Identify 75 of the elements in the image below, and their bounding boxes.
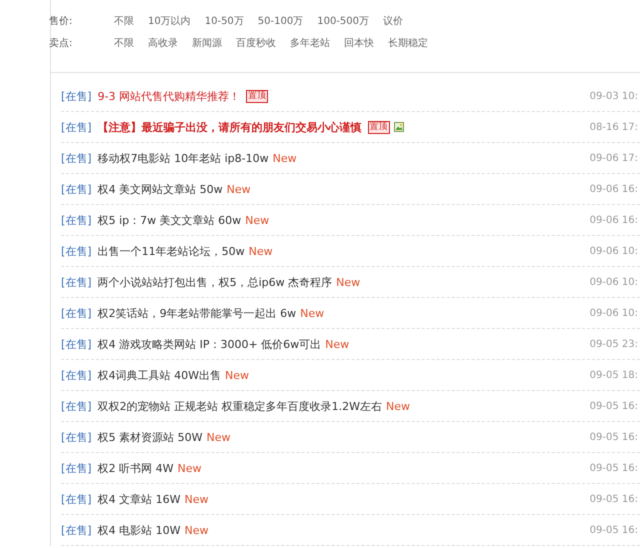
listing-title[interactable]: 权4 文章站 16W	[98, 492, 180, 506]
filter-option[interactable]: 10-50万	[204, 14, 244, 28]
status-link[interactable]: [在售]	[61, 522, 92, 538]
listing-title[interactable]: 【注意】最近骗子出没，请所有的朋友们交易小心谨慎	[98, 120, 362, 134]
listing-title[interactable]: 权2笑话站，9年老站带能掌号一起出 6w	[98, 306, 296, 320]
post-time: 09-06 10:	[590, 276, 639, 288]
new-tag: New	[206, 430, 230, 444]
filter-option[interactable]: 议价	[383, 14, 404, 28]
filter-option[interactable]: 多年老站	[290, 36, 330, 50]
new-tag: New	[224, 368, 249, 382]
pinned-tag: 置顶	[246, 90, 268, 102]
new-tag: New	[184, 524, 208, 536]
post-time: 09-05 16:	[590, 400, 639, 412]
filter-option[interactable]: 不限	[114, 36, 134, 50]
post-time: 09-05 16:	[590, 524, 639, 536]
new-tag: New	[386, 400, 410, 412]
listing-title[interactable]: 9-3 网站代售代购精华推荐！	[98, 88, 240, 104]
status-link[interactable]: [在售]	[61, 460, 92, 476]
status-link[interactable]: [在售]	[61, 150, 92, 166]
listing-title[interactable]: 出售一个11年老站论坛，50w	[98, 244, 245, 258]
status-link[interactable]: [在售]	[61, 306, 92, 320]
pinned-tag: 置顶	[368, 120, 390, 134]
post-time: 08-16 17:	[590, 122, 639, 132]
new-tag: New	[226, 182, 251, 196]
new-tag: New	[336, 276, 360, 288]
listing-title[interactable]: 权4 美文网站文章站 50w	[98, 182, 223, 196]
listing-title[interactable]: 权5 ip：7w 美文文章站 60w	[98, 212, 242, 228]
status-link[interactable]: [在售]	[61, 492, 92, 506]
filter-option[interactable]: 不限	[114, 14, 134, 28]
post-time: 09-06 16:	[590, 214, 639, 226]
listing-title[interactable]: 权5 素材资源站 50W	[98, 430, 202, 444]
listing-title[interactable]: 权4词典工具站 40W出售	[98, 368, 221, 382]
new-tag: New	[300, 306, 324, 320]
status-link[interactable]: [在售]	[61, 120, 92, 134]
filter-option[interactable]: 10万以内	[148, 14, 191, 28]
new-tag: New	[245, 214, 270, 226]
filter-label: 卖点:	[49, 36, 74, 50]
filter-option[interactable]: 百度秒收	[236, 36, 276, 50]
new-tag: New	[248, 244, 273, 258]
status-link[interactable]: [在售]	[61, 368, 92, 382]
new-tag: New	[325, 338, 350, 350]
listing-title[interactable]: 权4 电影站 10W	[98, 522, 180, 538]
filter-option[interactable]: 长期稳定	[388, 36, 428, 50]
post-time: 09-05 23:	[590, 338, 639, 350]
filter-option[interactable]: 100-500万	[317, 14, 370, 28]
status-link[interactable]: [在售]	[61, 336, 92, 352]
post-time: 09-03 10:	[590, 90, 639, 102]
status-link[interactable]: [在售]	[61, 244, 92, 258]
new-tag: New	[184, 492, 208, 506]
post-time: 09-05 18:	[590, 370, 639, 380]
post-time: 09-05 16:	[590, 494, 639, 504]
status-link[interactable]: [在售]	[61, 430, 92, 444]
new-tag: New	[177, 462, 202, 474]
listing-title[interactable]: 移动权7电影站 10年老站 ip8-10w	[98, 150, 269, 166]
post-time: 09-05 16:	[590, 432, 639, 442]
status-link[interactable]: [在售]	[61, 398, 92, 414]
listing-title[interactable]: 权2 听书网 4W	[98, 460, 174, 476]
post-time: 09-05 16:	[590, 462, 639, 474]
listing-title[interactable]: 双权2的宠物站 正规老站 权重稳定多年百度收录1.2W左右	[98, 398, 382, 414]
post-time: 09-06 10:	[590, 246, 639, 256]
filter-option[interactable]: 新闻源	[192, 36, 222, 50]
status-link[interactable]: [在售]	[61, 88, 92, 104]
post-time: 09-06 17:	[590, 152, 639, 164]
status-link[interactable]: [在售]	[61, 182, 92, 196]
filter-option[interactable]: 回本快	[344, 36, 374, 50]
listing-title[interactable]: 两个小说站站打包出售，权5，总ip6w 杰奇程序	[98, 274, 332, 290]
filter-option[interactable]: 高收录	[148, 36, 178, 50]
post-time: 09-06 10:	[590, 308, 639, 318]
status-link[interactable]: [在售]	[61, 274, 92, 290]
new-tag: New	[272, 152, 297, 164]
post-time: 09-06 16:	[590, 184, 639, 194]
status-link[interactable]: [在售]	[61, 212, 92, 228]
listing-title[interactable]: 权4 游戏攻略类网站 IP：3000+ 低价6w可出	[98, 336, 322, 352]
filter-label: 售价:	[49, 15, 74, 28]
filter-option[interactable]: 50-100万	[258, 14, 304, 28]
